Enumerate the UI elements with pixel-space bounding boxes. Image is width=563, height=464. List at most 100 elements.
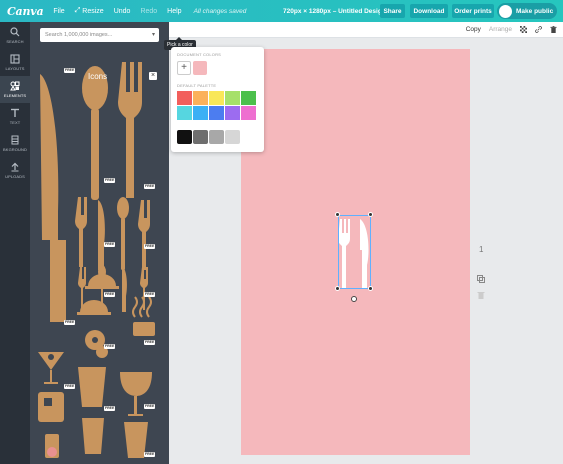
rail-layouts[interactable]: LAYOUTS	[0, 49, 30, 76]
rail-label: LAYOUTS	[5, 66, 25, 71]
free-badge: FREE	[104, 406, 116, 411]
menu-undo[interactable]: Undo	[114, 8, 131, 15]
make-public-button[interactable]: Make public	[497, 3, 557, 19]
save-status: All changes saved	[193, 7, 247, 15]
palette-swatch[interactable]	[225, 91, 240, 105]
free-badge: FREE	[144, 244, 156, 249]
menu-resize-label: Resize	[82, 7, 104, 15]
free-badge: FREE	[104, 242, 116, 247]
knife-icon[interactable]	[40, 74, 66, 322]
glass-icon[interactable]	[78, 367, 106, 407]
arrange-button[interactable]: Arrange	[489, 26, 512, 33]
menu-redo[interactable]: Redo	[140, 8, 157, 15]
document-colors-label: DOCUMENT COLORS	[177, 52, 222, 57]
rail-label: ELEMENTS	[3, 93, 27, 98]
menu-help[interactable]: Help	[167, 8, 181, 15]
free-badge: FREE	[144, 404, 156, 409]
free-badge: FREE	[64, 384, 76, 389]
rotate-handle[interactable]	[351, 296, 357, 302]
free-badge: FREE	[144, 452, 156, 457]
search-input[interactable]: Search 1,000,000 images... ▾	[40, 28, 159, 42]
duplicate-page-icon[interactable]	[477, 275, 485, 283]
rail-label: BKGROUND	[3, 147, 27, 152]
rail-elements[interactable]: ELEMENTS	[0, 76, 30, 103]
resize-icon: ⤢	[74, 7, 81, 14]
knife-icon[interactable]	[98, 200, 105, 270]
rail-uploads[interactable]: UPLOADS	[0, 157, 30, 184]
free-badge: FREE	[104, 344, 116, 349]
copy-button[interactable]: Copy	[466, 26, 481, 33]
document-color-swatch[interactable]	[193, 61, 207, 75]
spoon-icon[interactable]	[117, 197, 129, 219]
top-bar: Canva File ⤢ Resize Undo Redo Help All c…	[0, 0, 563, 22]
gray-swatch[interactable]	[193, 130, 208, 144]
palette-swatch[interactable]	[209, 106, 224, 120]
link-icon[interactable]	[535, 26, 542, 33]
canva-logo[interactable]: Canva	[7, 5, 44, 18]
resize-handle[interactable]	[368, 212, 373, 217]
rail-search[interactable]: SEARCH	[0, 22, 30, 49]
search-placeholder: Search 1,000,000 images...	[45, 32, 113, 38]
free-badge: FREE	[104, 178, 116, 183]
color-picker-popover: DOCUMENT COLORS + DEFAULT PALETTE	[171, 47, 264, 152]
rail-label: SEARCH	[6, 39, 24, 44]
selection-box[interactable]	[338, 215, 371, 289]
fork-icon[interactable]	[138, 200, 150, 270]
left-rail: SEARCH LAYOUTS ELEMENTS TEXT BKGROUND UP…	[0, 22, 30, 464]
order-prints-button[interactable]: Order prints	[452, 4, 494, 18]
section-title: Icons	[88, 72, 108, 81]
palette-swatch[interactable]	[177, 91, 192, 105]
icon-grid-art	[38, 62, 155, 458]
trash-icon[interactable]	[550, 26, 557, 33]
palette-swatch[interactable]	[209, 91, 224, 105]
make-public-label: Make public	[516, 7, 554, 15]
transparency-icon[interactable]	[520, 26, 527, 33]
palette-swatch[interactable]	[193, 106, 208, 120]
wine-glass-icon[interactable]	[120, 372, 152, 396]
menu-file[interactable]: File	[53, 8, 64, 15]
add-color-button[interactable]: +	[177, 61, 191, 75]
share-button[interactable]: Share	[380, 4, 405, 18]
glass-icon[interactable]	[38, 392, 64, 422]
avatar	[499, 4, 512, 18]
free-badge: FREE	[64, 320, 76, 325]
palette-swatch[interactable]	[225, 106, 240, 120]
fork-icon[interactable]	[118, 62, 142, 198]
text-icon	[11, 108, 19, 117]
close-icon[interactable]: ×	[149, 72, 157, 80]
fork-icon[interactable]	[75, 197, 87, 267]
palette-swatch[interactable]	[241, 106, 256, 120]
elements-panel: Search 1,000,000 images... ▾ Icons × FRE…	[30, 22, 169, 464]
canvas-toolbar: Copy Arrange	[169, 22, 563, 38]
free-badge: FREE	[104, 292, 116, 297]
background-icon	[11, 135, 19, 145]
free-badge: FREE	[144, 292, 156, 297]
page-number: 1	[479, 245, 484, 254]
cloche-icon[interactable]	[85, 274, 119, 289]
gray-swatch[interactable]	[225, 130, 240, 144]
palette-swatch[interactable]	[193, 91, 208, 105]
gray-swatch[interactable]	[209, 130, 224, 144]
rail-background[interactable]: BKGROUND	[0, 130, 30, 157]
default-palette-label: DEFAULT PALETTE	[177, 83, 217, 88]
resize-handle[interactable]	[335, 212, 340, 217]
chevron-down-icon[interactable]: ▾	[152, 31, 155, 38]
rail-text[interactable]: TEXT	[0, 103, 30, 130]
search-icon	[10, 27, 20, 37]
free-badge: FREE	[144, 340, 156, 345]
upload-icon	[11, 162, 19, 172]
resize-handle[interactable]	[335, 286, 340, 291]
palette-swatch[interactable]	[177, 106, 192, 120]
free-badge: FREE	[64, 68, 76, 73]
rail-label: UPLOADS	[5, 174, 25, 179]
gray-swatch[interactable]	[177, 130, 192, 144]
download-button[interactable]: Download	[410, 4, 448, 18]
resize-handle[interactable]	[368, 286, 373, 291]
layouts-icon	[10, 54, 20, 64]
free-badge: FREE	[144, 184, 156, 189]
document-title[interactable]: 720px × 1280px – Untitled Design	[283, 8, 386, 15]
menu-resize[interactable]: ⤢ Resize	[75, 7, 104, 15]
elements-icon	[10, 81, 20, 91]
delete-page-icon[interactable]	[477, 291, 485, 299]
palette-swatch[interactable]	[241, 91, 256, 105]
